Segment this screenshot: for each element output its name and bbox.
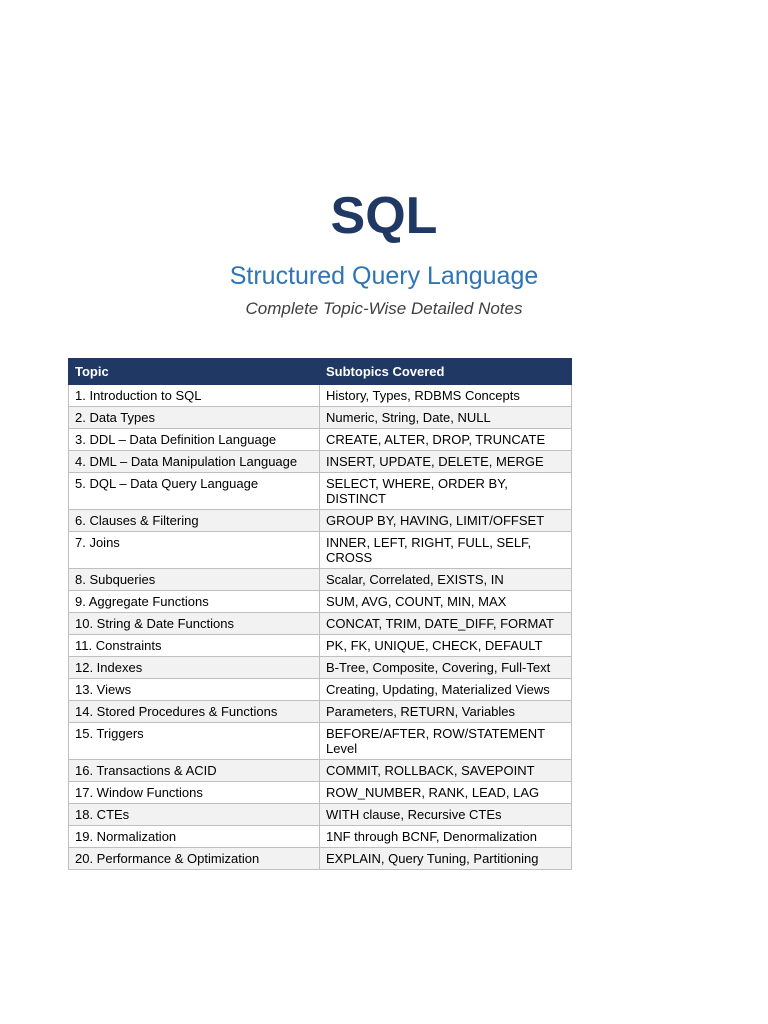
table-row: 12. Indexes B-Tree, Composite, Covering,… <box>68 656 572 679</box>
table-row: 3. DDL – Data Definition Language CREATE… <box>68 428 572 451</box>
topic-cell: 7. Joins <box>68 531 320 569</box>
topic-cell: 9. Aggregate Functions <box>68 590 320 613</box>
topic-cell: 10. String & Date Functions <box>68 612 320 635</box>
page-tagline: Complete Topic-Wise Detailed Notes <box>245 299 523 318</box>
subtopics-cell: 1NF through BCNF, Denormalization <box>319 825 572 848</box>
topics-table: Topic Subtopics Covered 1. Introduction … <box>68 358 572 870</box>
subtopics-cell: Scalar, Correlated, EXISTS, IN <box>319 568 572 591</box>
subtopics-cell: COMMIT, ROLLBACK, SAVEPOINT <box>319 759 572 782</box>
subtopics-cell: EXPLAIN, Query Tuning, Partitioning <box>319 847 572 870</box>
column-header-subtopics: Subtopics Covered <box>319 358 572 385</box>
topic-cell: 17. Window Functions <box>68 781 320 804</box>
topic-cell: 12. Indexes <box>68 656 320 679</box>
topic-cell: 6. Clauses & Filtering <box>68 509 320 532</box>
table-row: 7. Joins INNER, LEFT, RIGHT, FULL, SELF,… <box>68 531 572 569</box>
topic-cell: 5. DQL – Data Query Language <box>68 472 320 510</box>
subtopics-cell: CREATE, ALTER, DROP, TRUNCATE <box>319 428 572 451</box>
table-row: 13. Views Creating, Updating, Materializ… <box>68 678 572 701</box>
subtopics-cell: ROW_NUMBER, RANK, LEAD, LAG <box>319 781 572 804</box>
topic-cell: 19. Normalization <box>68 825 320 848</box>
table-row: 14. Stored Procedures & Functions Parame… <box>68 700 572 723</box>
table-row: 16. Transactions & ACID COMMIT, ROLLBACK… <box>68 759 572 782</box>
topic-cell: 3. DDL – Data Definition Language <box>68 428 320 451</box>
table-row: 4. DML – Data Manipulation Language INSE… <box>68 450 572 473</box>
topic-cell: 16. Transactions & ACID <box>68 759 320 782</box>
table-header-row: Topic Subtopics Covered <box>68 358 572 385</box>
subtopics-cell: PK, FK, UNIQUE, CHECK, DEFAULT <box>319 634 572 657</box>
subtopics-cell: GROUP BY, HAVING, LIMIT/OFFSET <box>319 509 572 532</box>
page-title: SQL <box>330 187 438 245</box>
column-header-topic: Topic <box>68 358 320 385</box>
subtopics-cell: SUM, AVG, COUNT, MIN, MAX <box>319 590 572 613</box>
subtopics-cell: History, Types, RDBMS Concepts <box>319 384 572 407</box>
table-row: 18. CTEs WITH clause, Recursive CTEs <box>68 803 572 826</box>
topic-cell: 8. Subqueries <box>68 568 320 591</box>
table-row: 2. Data Types Numeric, String, Date, NUL… <box>68 406 572 429</box>
table-row: 10. String & Date Functions CONCAT, TRIM… <box>68 612 572 635</box>
subtopics-cell: Parameters, RETURN, Variables <box>319 700 572 723</box>
topic-cell: 15. Triggers <box>68 722 320 760</box>
topic-cell: 11. Constraints <box>68 634 320 657</box>
topic-cell: 13. Views <box>68 678 320 701</box>
topic-cell: 4. DML – Data Manipulation Language <box>68 450 320 473</box>
topic-cell: 1. Introduction to SQL <box>68 384 320 407</box>
table-row: 17. Window Functions ROW_NUMBER, RANK, L… <box>68 781 572 804</box>
subtopics-cell: CONCAT, TRIM, DATE_DIFF, FORMAT <box>319 612 572 635</box>
subtopics-cell: Creating, Updating, Materialized Views <box>319 678 572 701</box>
subtopics-cell: WITH clause, Recursive CTEs <box>319 803 572 826</box>
table-row: 1. Introduction to SQL History, Types, R… <box>68 384 572 407</box>
subtopics-cell: INSERT, UPDATE, DELETE, MERGE <box>319 450 572 473</box>
subtopics-cell: B-Tree, Composite, Covering, Full-Text <box>319 656 572 679</box>
topic-cell: 2. Data Types <box>68 406 320 429</box>
table-row: 5. DQL – Data Query Language SELECT, WHE… <box>68 472 572 510</box>
table-row: 15. Triggers BEFORE/AFTER, ROW/STATEMENT… <box>68 722 572 760</box>
table-row: 11. Constraints PK, FK, UNIQUE, CHECK, D… <box>68 634 572 657</box>
subtopics-cell: BEFORE/AFTER, ROW/STATEMENT Level <box>319 722 572 760</box>
table-row: 6. Clauses & Filtering GROUP BY, HAVING,… <box>68 509 572 532</box>
topic-cell: 18. CTEs <box>68 803 320 826</box>
subtopics-cell: SELECT, WHERE, ORDER BY, DISTINCT <box>319 472 572 510</box>
table-row: 9. Aggregate Functions SUM, AVG, COUNT, … <box>68 590 572 613</box>
subtopics-cell: Numeric, String, Date, NULL <box>319 406 572 429</box>
table-row: 20. Performance & Optimization EXPLAIN, … <box>68 847 572 870</box>
subtopics-cell: INNER, LEFT, RIGHT, FULL, SELF, CROSS <box>319 531 572 569</box>
topic-cell: 20. Performance & Optimization <box>68 847 320 870</box>
table-row: 19. Normalization 1NF through BCNF, Deno… <box>68 825 572 848</box>
topic-cell: 14. Stored Procedures & Functions <box>68 700 320 723</box>
page-subtitle: Structured Query Language <box>229 262 539 290</box>
table-row: 8. Subqueries Scalar, Correlated, EXISTS… <box>68 568 572 591</box>
